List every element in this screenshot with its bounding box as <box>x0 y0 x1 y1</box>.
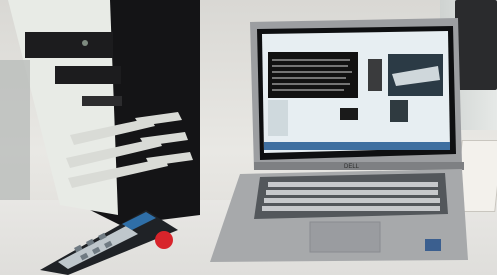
laptop-touchpad <box>309 221 381 253</box>
laptop-logo: DELL <box>344 164 360 170</box>
pendant-estop-button <box>155 231 173 249</box>
laptop: DELL <box>210 18 468 262</box>
screen-taskbar <box>264 142 450 150</box>
teach-pendant <box>40 210 178 275</box>
pc-tower <box>0 0 200 225</box>
photo-scene: DELL <box>0 0 497 275</box>
screen-dark-window <box>268 52 358 98</box>
laptop-keyboard <box>254 173 448 219</box>
